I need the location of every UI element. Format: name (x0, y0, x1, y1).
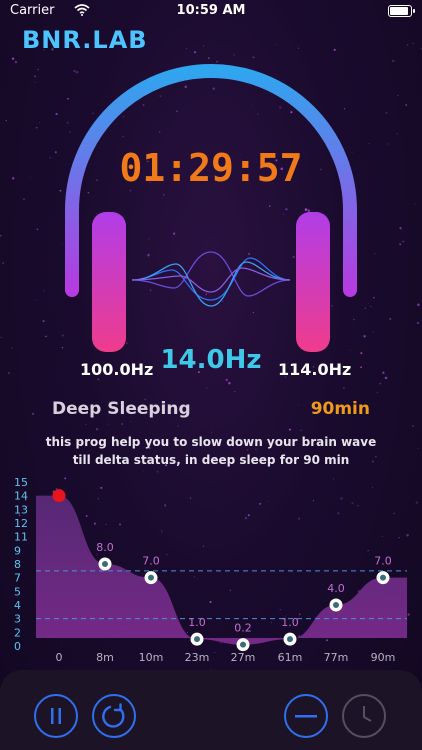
pause-button[interactable] (34, 694, 78, 738)
chart-point-center (380, 574, 386, 581)
point-label: 7.0 (142, 555, 160, 568)
point-label: 4.0 (327, 582, 345, 595)
current-point[interactable] (52, 489, 66, 503)
point-label: 1.0 (281, 616, 299, 629)
x-tick-label: 90m (371, 651, 396, 664)
program-duration: 90min (310, 399, 370, 419)
minus-icon (295, 715, 317, 718)
chart-point-center (102, 561, 108, 567)
x-tick-label: 0 (56, 651, 63, 664)
restart-button[interactable] (92, 694, 136, 738)
clock-icon (363, 706, 372, 722)
x-tick-label: 23m (185, 651, 210, 664)
right-frequency: 114.0Hz (278, 360, 352, 379)
left-earcup (92, 212, 126, 352)
chart-point-center (148, 574, 154, 581)
y-tick-label: 9 (14, 544, 21, 557)
chart-point-center (333, 602, 339, 608)
y-tick-label: 13 (14, 503, 28, 516)
y-tick-label: 14 (14, 490, 28, 503)
pause-icon (51, 708, 61, 724)
x-tick-label: 77m (324, 651, 349, 664)
point-label: 0.2 (234, 622, 252, 635)
x-tick-label: 10m (139, 651, 164, 664)
minus-button[interactable] (284, 694, 328, 738)
x-tick-label: 27m (231, 651, 256, 664)
y-tick-label: 0 (14, 640, 21, 653)
timer-button[interactable] (342, 694, 386, 738)
y-tick-label: 12 (14, 517, 28, 530)
session-timer: 01:29:57 (119, 146, 303, 190)
wave-icon (131, 251, 291, 307)
y-tick-label: 11 (14, 531, 28, 544)
control-bar (0, 670, 422, 750)
chart-point-center (194, 636, 200, 643)
y-tick-label: 15 (14, 476, 28, 489)
point-label: 8.0 (96, 541, 114, 554)
beat-frequency: 14.0Hz (160, 345, 262, 375)
right-earcup (296, 212, 330, 352)
y-tick-label: 8 (14, 558, 21, 571)
headphones-graphic (65, 64, 357, 352)
y-tick-label: 5 (14, 585, 21, 598)
program-description: this prog help you to slow down your bra… (45, 435, 377, 467)
x-tick-label: 8m (96, 651, 114, 664)
y-tick-label: 7 (14, 572, 21, 585)
y-tick-label: 2 (14, 626, 21, 639)
frequency-chart[interactable]: 0234578911121314158.07.01.0 0.2 1.04.07.00… (0, 470, 422, 670)
chart-point-center (287, 636, 293, 643)
point-label: 7.0 (374, 555, 392, 568)
x-tick-label: 61m (278, 651, 303, 664)
y-tick-label: 3 (14, 613, 21, 626)
frequency-area (36, 495, 407, 645)
y-tick-label: 4 (14, 599, 21, 612)
restart-icon (102, 703, 125, 728)
point-label: 1.0 (188, 616, 206, 629)
chart-point-center (240, 641, 246, 648)
program-title: Deep Sleeping (52, 399, 191, 419)
